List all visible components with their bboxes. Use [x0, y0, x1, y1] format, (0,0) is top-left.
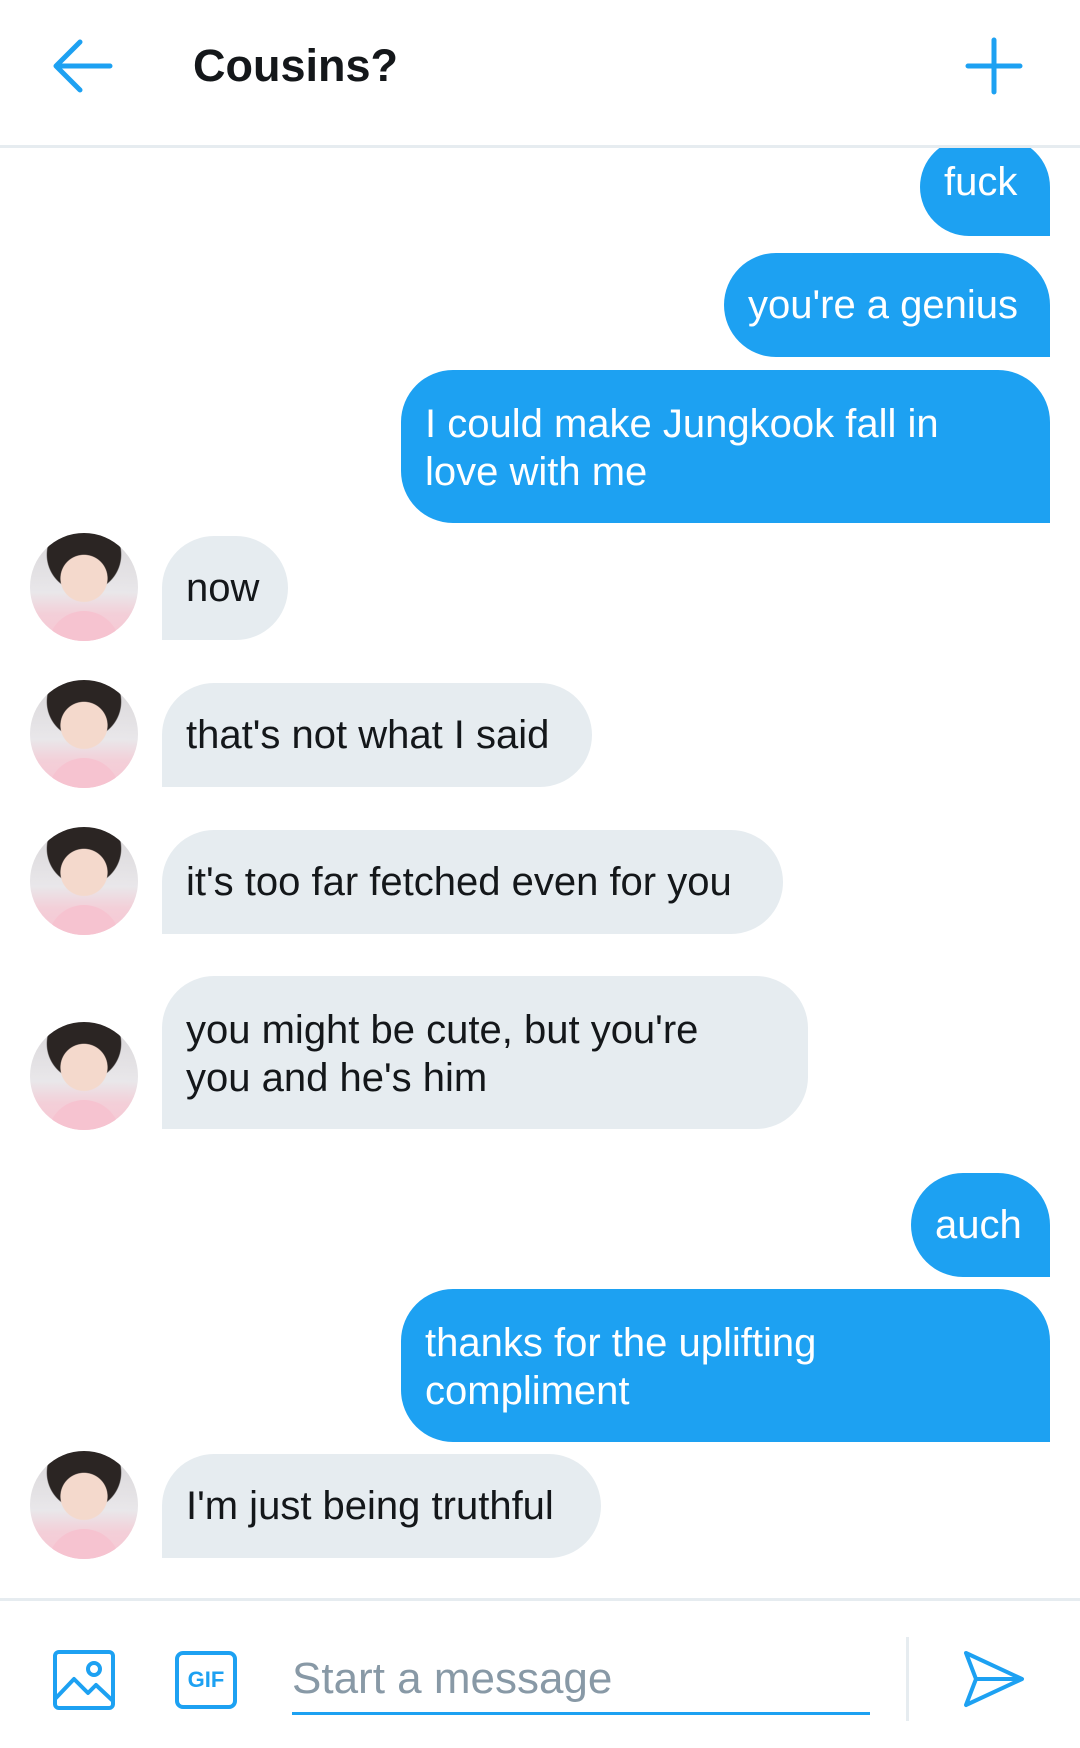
back-button[interactable] — [50, 36, 120, 96]
send-icon — [964, 1651, 1024, 1707]
message-input[interactable] — [292, 1645, 870, 1715]
message-text: fuck — [944, 160, 1018, 204]
message-received[interactable]: that's not what I said — [162, 683, 592, 787]
page-title: Cousins? — [193, 40, 399, 91]
message-sent[interactable]: you're a genius — [724, 253, 1050, 357]
message-text: you might be cute, but you're you and he… — [186, 1008, 699, 1100]
message-text: you're a genius — [748, 283, 1019, 327]
message-text: I'm just being truthful — [186, 1484, 554, 1528]
image-icon — [53, 1650, 115, 1710]
avatar[interactable] — [30, 680, 138, 788]
message-text: that's not what I said — [186, 713, 550, 757]
avatar[interactable] — [30, 533, 138, 641]
add-image-button[interactable] — [52, 1649, 116, 1711]
message-text: now — [186, 566, 260, 610]
message-received[interactable]: now — [162, 536, 288, 640]
message-text: thanks for the uplifting compliment — [425, 1321, 817, 1413]
add-button[interactable] — [962, 34, 1026, 98]
message-sent[interactable]: I could make Jungkook fall in love with … — [401, 370, 1050, 523]
conversation-header: Cousins? — [0, 0, 1080, 148]
message-received[interactable]: it's too far fetched even for you — [162, 830, 783, 934]
message-composer: GIF — [0, 1598, 1080, 1748]
message-text: it's too far fetched even for you — [186, 860, 732, 904]
avatar[interactable] — [30, 1022, 138, 1130]
message-received[interactable]: I'm just being truthful — [162, 1454, 601, 1558]
message-list[interactable]: fuck you're a genius I could make Jungko… — [0, 148, 1080, 1598]
avatar[interactable] — [30, 827, 138, 935]
message-sent[interactable]: auch — [911, 1173, 1050, 1277]
arrow-left-icon — [53, 39, 113, 93]
avatar[interactable] — [30, 1451, 138, 1559]
message-sent[interactable]: fuck — [920, 148, 1050, 236]
message-text: I could make Jungkook fall in love with … — [425, 402, 939, 494]
message-text: auch — [935, 1203, 1022, 1247]
gif-button[interactable]: GIF — [175, 1651, 237, 1709]
message-received[interactable]: you might be cute, but you're you and he… — [162, 976, 808, 1129]
divider — [906, 1637, 909, 1721]
plus-icon — [965, 37, 1023, 95]
message-sent[interactable]: thanks for the uplifting compliment — [401, 1289, 1050, 1442]
send-button[interactable] — [962, 1649, 1026, 1709]
